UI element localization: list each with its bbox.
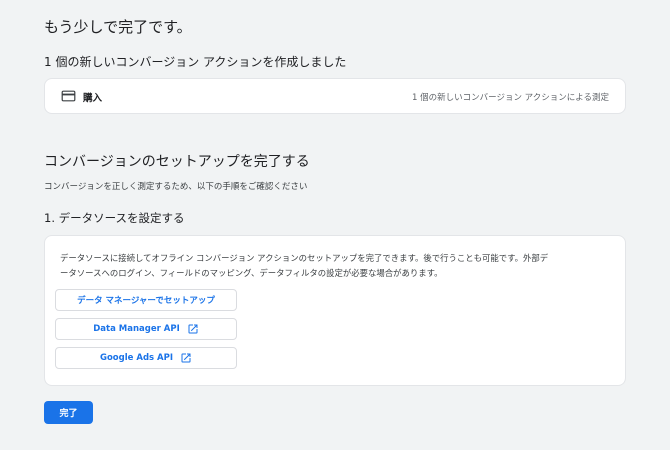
- data-manager-api-button[interactable]: Data Manager API: [55, 318, 237, 340]
- done-button[interactable]: 完了: [44, 401, 93, 424]
- data-source-card: データソースに接続してオフライン コンバージョン アクションのセットアップを完了…: [44, 235, 626, 386]
- setup-section-description: コンバージョンを正しく測定するため、以下の手順をご確認ください: [44, 182, 308, 192]
- setup-in-data-manager-label: データ マネージャーでセットアップ: [77, 296, 215, 306]
- created-summary: 1 個の新しいコンバージョン アクションを作成しました: [44, 55, 347, 69]
- conversion-setup-page: もう少しで完了です。 1 個の新しいコンバージョン アクションを作成しました 購…: [0, 0, 670, 450]
- google-ads-api-label: Google Ads API: [99, 353, 174, 363]
- open-in-new-icon: [181, 353, 191, 363]
- page-title: もう少しで完了です。: [44, 18, 192, 36]
- data-source-description: データソースに接続してオフライン コンバージョン アクションのセットアップを完了…: [60, 251, 610, 281]
- credit-card-icon: [61, 90, 76, 102]
- conversion-action-card[interactable]: 購入 1 個の新しいコンバージョン アクションによる測定: [44, 78, 626, 114]
- data-manager-api-label: Data Manager API: [93, 324, 180, 334]
- setup-in-data-manager-button[interactable]: データ マネージャーでセットアップ: [55, 289, 237, 311]
- setup-section-title: コンバージョンのセットアップを完了する: [44, 154, 310, 170]
- open-in-new-icon: [188, 324, 198, 334]
- data-source-description-line-1: データソースに接続してオフライン コンバージョン アクションのセットアップを完了…: [60, 253, 549, 263]
- data-source-description-line-2: ータソースへのログイン、フィールドのマッピング、データフィルタの設定が必要な場合…: [60, 268, 443, 278]
- conversion-action-name: 購入: [83, 93, 103, 104]
- google-ads-api-button[interactable]: Google Ads API: [55, 347, 237, 369]
- conversion-measure-text: 1 個の新しいコンバージョン アクションによる測定: [412, 93, 609, 103]
- step-1-title: 1. データソースを設定する: [44, 211, 185, 225]
